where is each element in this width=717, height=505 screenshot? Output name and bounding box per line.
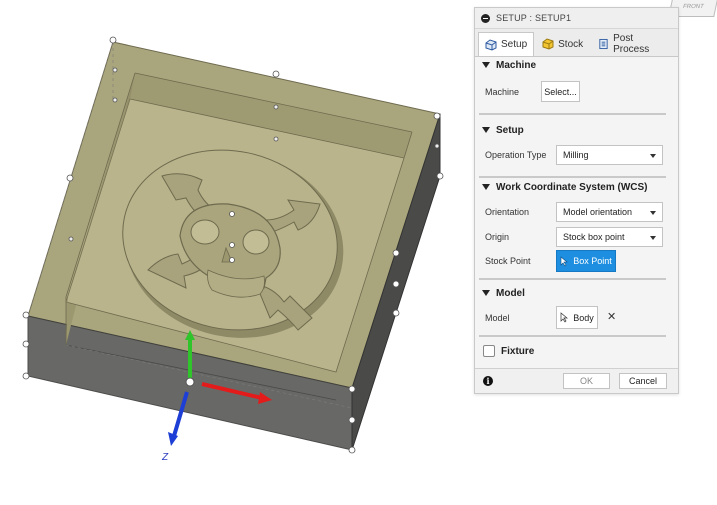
box-point-button[interactable]: Box Point xyxy=(556,250,616,272)
collapse-triangle-icon[interactable] xyxy=(482,184,490,190)
setup-section: Setup xyxy=(475,121,678,139)
tab-stock-label: Stock xyxy=(558,38,584,50)
operation-type-value: Milling xyxy=(563,150,589,160)
orientation-row: Orientation xyxy=(485,202,557,222)
machine-header-label: Machine xyxy=(496,59,537,71)
minimize-icon[interactable] xyxy=(481,13,490,23)
collapse-triangle-icon[interactable] xyxy=(482,62,490,68)
dialog-footer: i OK Cancel xyxy=(475,368,678,393)
fixture-checkbox[interactable] xyxy=(483,345,495,357)
setup-header-label: Setup xyxy=(496,124,524,136)
dialog-title: SETUP : SETUP1 xyxy=(496,13,572,23)
tab-setup[interactable]: Setup xyxy=(478,32,535,56)
tab-post-process[interactable]: Post Process xyxy=(591,32,674,55)
model-row: Model xyxy=(485,308,557,328)
wcs-header-label: Work Coordinate System (WCS) xyxy=(496,181,648,193)
section-divider xyxy=(479,335,666,337)
operation-type-label: Operation Type xyxy=(485,150,547,160)
cursor-arrow-icon xyxy=(560,255,569,266)
model-body-label: Body xyxy=(573,312,594,323)
model-section-header[interactable]: Model xyxy=(475,284,678,302)
setup-dialog: SETUP : SETUP1 Setup Stock Post Process xyxy=(474,7,679,394)
section-divider xyxy=(479,278,666,280)
post-process-icon xyxy=(599,38,608,50)
operation-type-row: Operation Type xyxy=(485,145,557,165)
setup-section-header[interactable]: Setup xyxy=(475,121,678,139)
tab-setup-label: Setup xyxy=(501,39,528,50)
section-divider xyxy=(479,113,666,115)
machine-section-header[interactable]: Machine xyxy=(475,56,678,74)
model-header-label: Model xyxy=(496,287,525,299)
dialog-tabs: Setup Stock Post Process xyxy=(475,29,678,57)
clear-selection-icon[interactable]: ✕ xyxy=(607,310,616,323)
orientation-label: Orientation xyxy=(485,207,530,217)
wcs-section-header[interactable]: Work Coordinate System (WCS) xyxy=(475,178,678,196)
box-point-label: Box Point xyxy=(573,256,612,266)
machine-section: Machine xyxy=(475,56,678,74)
chevron-down-icon xyxy=(650,236,656,240)
wcs-section: Work Coordinate System (WCS) xyxy=(475,178,678,196)
orientation-select[interactable]: Model orientation xyxy=(556,202,663,222)
fixture-row[interactable]: Fixture xyxy=(483,341,534,361)
origin-value: Stock box point xyxy=(563,232,625,242)
model-body-button[interactable]: Body xyxy=(556,306,598,329)
z-axis-label: Z xyxy=(162,452,169,463)
model-section: Model xyxy=(475,284,678,302)
collapse-triangle-icon[interactable] xyxy=(482,290,490,296)
model-label: Model xyxy=(485,313,510,323)
stock-point-label: Stock Point xyxy=(485,256,531,266)
origin-select[interactable]: Stock box point xyxy=(556,227,663,247)
fixture-label: Fixture xyxy=(501,345,535,357)
orientation-value: Model orientation xyxy=(563,207,633,217)
stock-point-row: Stock Point xyxy=(485,251,557,271)
info-icon[interactable]: i xyxy=(483,376,493,386)
setup-icon xyxy=(485,38,497,51)
origin-row: Origin xyxy=(485,227,557,247)
machine-select-button[interactable]: Select... xyxy=(541,81,580,102)
tab-post-process-label: Post Process xyxy=(613,33,650,55)
dialog-titlebar[interactable]: SETUP : SETUP1 xyxy=(475,8,678,29)
ok-button[interactable]: OK xyxy=(563,373,610,389)
stock-icon xyxy=(542,38,554,50)
cancel-button[interactable]: Cancel xyxy=(619,373,667,389)
chevron-down-icon xyxy=(650,211,656,215)
origin-label: Origin xyxy=(485,232,510,242)
collapse-triangle-icon[interactable] xyxy=(482,127,490,133)
tab-stock[interactable]: Stock xyxy=(535,32,590,55)
operation-type-select[interactable]: Milling xyxy=(556,145,663,165)
cursor-arrow-icon xyxy=(560,312,569,323)
chevron-down-icon xyxy=(650,154,656,158)
